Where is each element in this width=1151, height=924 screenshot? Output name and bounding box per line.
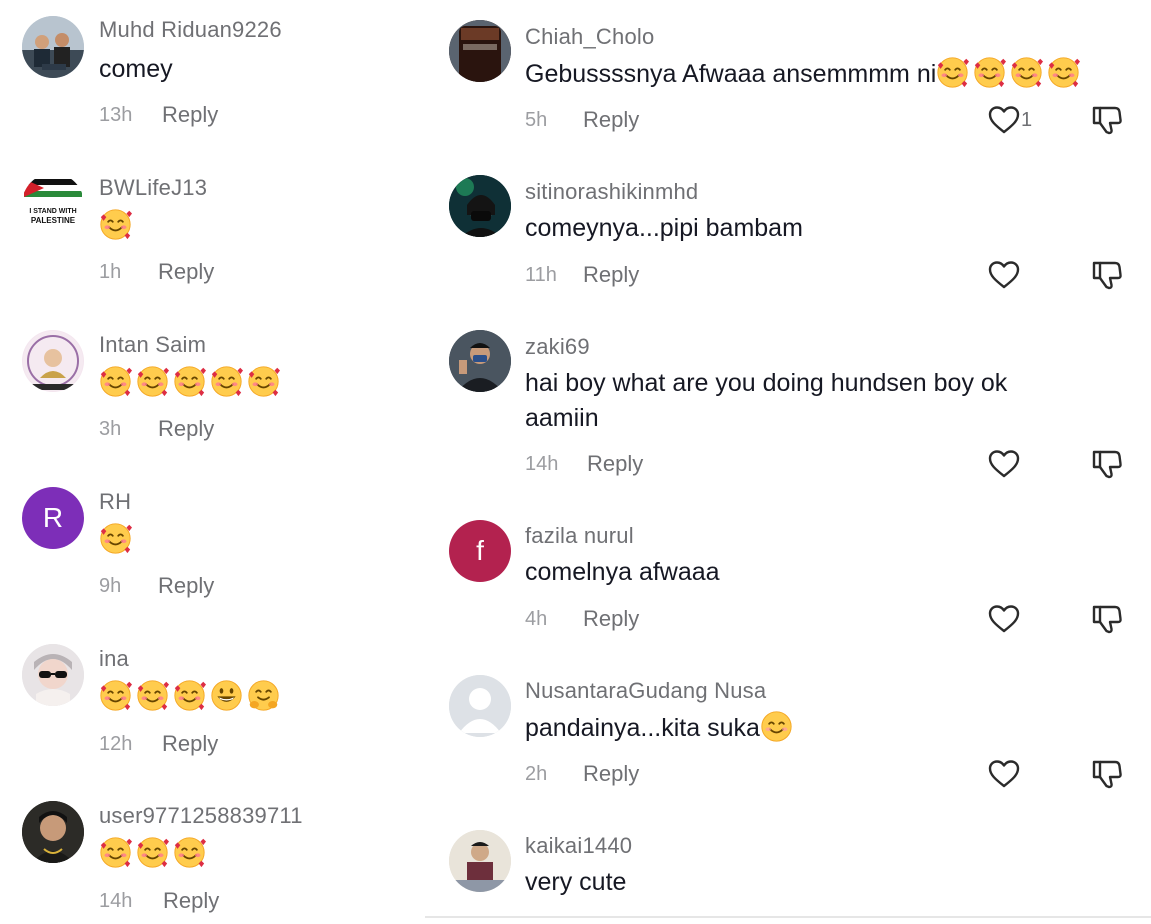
comment-time: 12h (99, 733, 133, 755)
grinning-face-icon (210, 679, 243, 712)
comment-username[interactable]: zaki69 (525, 334, 590, 360)
comment-username[interactable]: user9771258839711 (99, 803, 303, 829)
hugging-face-icon (247, 679, 280, 712)
avatar[interactable]: I STAND WITH PALESTINE (22, 173, 84, 235)
reply-button[interactable]: Reply (583, 262, 639, 288)
avatar-letter: R (42, 502, 64, 533)
dislike-thumb-icon[interactable] (1090, 103, 1124, 137)
smiling-face-with-hearts-icon (99, 208, 132, 241)
dislike-thumb-icon[interactable] (1090, 258, 1124, 292)
comment-time: 14h (99, 890, 133, 912)
comments-column-left: Muhd Riduan9226 comey 13h Reply I STAND … (0, 0, 425, 924)
avatar-caption-line-2: PALESTINE (31, 216, 76, 225)
avatar[interactable] (22, 16, 84, 78)
avatar[interactable] (22, 801, 84, 863)
like-heart-icon[interactable] (987, 757, 1021, 791)
smiling-face-with-hearts-icon (173, 679, 206, 712)
smiling-face-with-hearts-icon (136, 679, 169, 712)
reply-button[interactable]: Reply (158, 416, 214, 442)
comments-column-right: Chiah_Cholo Gebussssnya Afwaaa ansemmmm … (425, 0, 1151, 924)
reply-button[interactable]: Reply (583, 761, 639, 787)
avatar[interactable]: R (22, 487, 84, 549)
reply-button[interactable]: Reply (587, 451, 643, 477)
comment-time: 3h (99, 418, 122, 440)
like-heart-icon[interactable] (987, 447, 1021, 481)
dislike-thumb-icon[interactable] (1090, 447, 1124, 481)
dislike-thumb-icon[interactable] (1090, 602, 1124, 636)
reply-button[interactable]: Reply (583, 107, 639, 133)
like-heart-icon[interactable] (987, 258, 1021, 292)
avatar[interactable] (22, 330, 84, 392)
avatar-letter: f (476, 535, 484, 566)
comment-text (99, 208, 136, 244)
comment-text (99, 522, 136, 558)
comment-text: hai boy what are you doing hundsen boy o… (525, 369, 1008, 432)
avatar[interactable]: f (449, 520, 511, 582)
reply-button[interactable]: Reply (163, 888, 219, 914)
like-count: 1 (1021, 109, 1033, 131)
reply-button[interactable]: Reply (158, 259, 214, 285)
comment-username[interactable]: kaikai1440 (525, 833, 632, 859)
reply-button[interactable]: Reply (158, 573, 214, 599)
comment-text: comeynya...pipi bambam (525, 214, 803, 242)
comment-time: 1h (99, 261, 122, 283)
smiling-face-with-hearts-icon (136, 365, 169, 398)
comment-username[interactable]: Intan Saim (99, 332, 206, 358)
avatar[interactable] (22, 644, 84, 706)
avatar[interactable] (449, 175, 511, 237)
smiling-face-with-hearts-icon (210, 365, 243, 398)
comment-username[interactable]: RH (99, 489, 131, 515)
comment-text: Gebussssnya Afwaaa ansemmmm ni (525, 56, 1084, 92)
smiling-face-icon (760, 710, 793, 743)
like-heart-icon[interactable] (987, 103, 1021, 137)
comment-username[interactable]: fazila nurul (525, 523, 634, 549)
comment-username[interactable]: sitinorashikinmhd (525, 179, 698, 205)
comment-text: very cute (525, 868, 627, 896)
smiling-face-with-hearts-icon (99, 679, 132, 712)
avatar[interactable] (449, 20, 511, 82)
comment-time: 9h (99, 575, 122, 597)
smiling-face-with-hearts-icon (136, 836, 169, 869)
comment-text: pandainya...kita suka (525, 710, 797, 746)
smiling-face-with-hearts-icon (99, 522, 132, 555)
comment-time: 14h (525, 453, 559, 475)
smiling-face-with-hearts-icon (173, 365, 206, 398)
comment-text (99, 365, 284, 401)
smiling-face-with-hearts-icon (173, 836, 206, 869)
smiling-face-with-hearts-icon (99, 836, 132, 869)
comment-username[interactable]: Chiah_Cholo (525, 24, 654, 50)
smiling-face-with-hearts-icon (1047, 56, 1081, 89)
comment-time: 13h (99, 104, 133, 126)
smiling-face-with-hearts-icon (247, 365, 280, 398)
avatar-caption-line-1: I STAND WITH (29, 208, 76, 215)
smiling-face-with-hearts-icon (936, 56, 970, 89)
like-heart-icon[interactable] (987, 602, 1021, 636)
smiling-face-with-hearts-icon (1010, 56, 1044, 89)
comment-time: 2h (525, 763, 548, 785)
smiling-face-with-hearts-icon (99, 365, 132, 398)
avatar[interactable] (449, 330, 511, 392)
comment-text-content: pandainya...kita suka (525, 714, 760, 742)
avatar[interactable] (449, 830, 511, 892)
comment-time: 4h (525, 608, 548, 630)
comment-time: 5h (525, 109, 548, 131)
dislike-thumb-icon[interactable] (1090, 757, 1124, 791)
comment-text: comelnya afwaaa (525, 558, 720, 586)
comment-username[interactable]: BWLifeJ13 (99, 175, 207, 201)
divider (425, 916, 1151, 918)
comment-username[interactable]: ina (99, 646, 129, 672)
comment-username[interactable]: Muhd Riduan9226 (99, 17, 282, 43)
comment-text (99, 679, 284, 715)
reply-button[interactable]: Reply (162, 102, 218, 128)
comment-text-content: Gebussssnya Afwaaa ansemmmm ni (525, 60, 937, 88)
avatar[interactable] (449, 675, 511, 737)
comment-text: comey (99, 55, 173, 83)
comment-time: 11h (525, 264, 557, 286)
comment-username[interactable]: NusantaraGudang Nusa (525, 678, 766, 704)
comment-text (99, 836, 210, 872)
reply-button[interactable]: Reply (583, 606, 639, 632)
reply-button[interactable]: Reply (162, 731, 218, 757)
smiling-face-with-hearts-icon (973, 56, 1007, 89)
